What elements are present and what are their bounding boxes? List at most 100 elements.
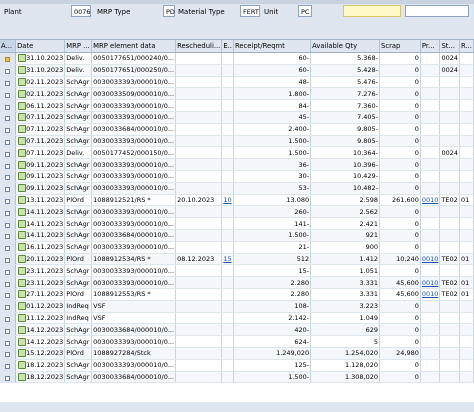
- row-selector[interactable]: [0, 135, 17, 148]
- table-row[interactable]: 23.11.2023 SchAgr 0030033393/000010/0... 15…: [0, 264, 474, 278]
- table-row[interactable]: 13.11.2023 PlOrd 1088912521/RS * 20.10.2023…: [0, 194, 474, 207]
- row-select-box[interactable]: [5, 257, 11, 263]
- table-row[interactable]: 09.11.2023 SchAgr 0030033393/000010/0... 30…: [0, 170, 474, 183]
- row-select-box[interactable]: [5, 104, 11, 110]
- element-icon[interactable]: [18, 325, 27, 334]
- table-row[interactable]: 14.12.2023 SchAgr 0030033684/000010/0... 42…: [0, 323, 474, 337]
- table-row[interactable]: 02.11.2023 SchAgr 0030033509/000010/0... 1.…: [0, 87, 474, 101]
- table-row[interactable]: 07.11.2023 SchAgr 0030033684/000010/0... 2.…: [0, 123, 474, 136]
- element-icon[interactable]: [18, 313, 27, 322]
- element-icon[interactable]: [18, 207, 27, 216]
- table-row[interactable]: 09.11.2023 SchAgr 0030033393/000010/0... 36…: [0, 158, 474, 171]
- row-select-box[interactable]: [5, 80, 11, 86]
- row-selector[interactable]: [0, 359, 17, 372]
- table-row[interactable]: 14.12.2023 SchAgr 0030033393/000010/0... 62…: [0, 335, 474, 348]
- row-selector[interactable]: [0, 194, 17, 207]
- pr-link[interactable]: 0010: [422, 196, 439, 204]
- element-icon[interactable]: [18, 125, 27, 134]
- bottom-scrollbar[interactable]: [0, 402, 474, 412]
- row-select-box[interactable]: [5, 222, 11, 228]
- table-row[interactable]: 18.12.2023 SchAgr 0030033684/000010/0... 1.…: [0, 371, 474, 384]
- row-selector[interactable]: [0, 182, 17, 195]
- table-row[interactable]: 07.11.2023 SchAgr 0030033393/000010/0... 45…: [0, 111, 474, 124]
- row-selector[interactable]: [0, 241, 17, 254]
- element-icon[interactable]: [18, 66, 27, 75]
- row-selector[interactable]: [0, 264, 17, 278]
- mrp-type-field[interactable]: PD: [163, 5, 175, 17]
- pr-link[interactable]: 0010: [422, 255, 439, 263]
- element-icon[interactable]: [18, 290, 27, 299]
- row-selector[interactable]: [0, 111, 17, 124]
- row-selector[interactable]: [0, 76, 17, 89]
- row-select-box[interactable]: [5, 364, 11, 370]
- exception-link[interactable]: 15: [223, 255, 231, 263]
- row-select-box[interactable]: [5, 328, 11, 334]
- col-header-rescheduling[interactable]: Rescheduli...: [175, 40, 223, 53]
- element-icon[interactable]: [18, 160, 27, 169]
- row-selector[interactable]: [0, 229, 17, 242]
- row-selector[interactable]: [0, 312, 17, 325]
- mrp-list-grid[interactable]: A... Date MRP ... MRP element data Resch…: [0, 39, 474, 409]
- element-icon[interactable]: [18, 337, 27, 346]
- row-select-box[interactable]: [5, 375, 11, 381]
- row-selector[interactable]: [0, 205, 17, 219]
- row-select-box[interactable]: [5, 210, 11, 216]
- table-row[interactable]: 06.11.2023 SchAgr 0030033393/000010/0... 84…: [0, 99, 474, 112]
- element-icon[interactable]: [18, 302, 27, 311]
- element-icon[interactable]: [18, 172, 27, 181]
- row-select-box[interactable]: [5, 151, 11, 157]
- element-icon[interactable]: [18, 148, 27, 157]
- col-header-date[interactable]: Date: [15, 40, 66, 53]
- table-row[interactable]: 07.11.2023 Deliv. 0050177452/000150/0... 1.…: [0, 146, 474, 160]
- table-row[interactable]: 23.11.2023 SchAgr 0030033393/000010/0... 2.…: [0, 276, 474, 289]
- table-row[interactable]: 01.12.2023 IndReq VSF 108- 3.223 0: [0, 300, 474, 313]
- row-select-box[interactable]: [5, 175, 11, 181]
- col-header-pr[interactable]: Pr...: [420, 40, 441, 53]
- table-row[interactable]: 16.11.2023 SchAgr 0030033393/000010/0... 21…: [0, 241, 474, 254]
- table-row[interactable]: 31.10.2023 Deliv. 0050177651/000250/0... 60…: [0, 64, 474, 77]
- element-icon[interactable]: [18, 349, 27, 358]
- table-row[interactable]: 02.11.2023 SchAgr 0030033393/000010/0... 48…: [0, 76, 474, 89]
- element-icon[interactable]: [18, 184, 27, 193]
- material-type-field[interactable]: FERT: [240, 5, 260, 17]
- element-icon[interactable]: [18, 243, 27, 252]
- row-selector[interactable]: [0, 146, 17, 160]
- row-select-box[interactable]: [5, 116, 11, 122]
- table-row[interactable]: 14.11.2023 SchAgr 0030033393/000010/0... 14…: [0, 217, 474, 230]
- table-row[interactable]: 07.11.2023 SchAgr 0030033393/000010/0... 1.…: [0, 135, 474, 148]
- plant-field[interactable]: 0076: [71, 5, 91, 17]
- row-selector[interactable]: [0, 99, 17, 112]
- row-selector[interactable]: [0, 371, 17, 384]
- row-select-box[interactable]: [5, 128, 11, 134]
- element-icon[interactable]: [18, 113, 27, 122]
- element-icon[interactable]: [18, 278, 27, 287]
- element-icon[interactable]: [18, 266, 27, 275]
- row-selector[interactable]: [0, 217, 17, 230]
- row-select-box[interactable]: [5, 281, 11, 287]
- col-header-mrp[interactable]: MRP ...: [64, 40, 93, 53]
- table-row[interactable]: 27.11.2023 PlOrd 1088912553/RS * 2.280 3.331…: [0, 288, 474, 301]
- col-header-e[interactable]: E..: [221, 40, 234, 53]
- row-selector[interactable]: [0, 52, 17, 65]
- blank-field[interactable]: [405, 5, 469, 17]
- row-selector[interactable]: [0, 170, 17, 183]
- unit-field[interactable]: PC: [298, 5, 312, 17]
- row-select-box[interactable]: [5, 246, 11, 252]
- row-selector[interactable]: [0, 64, 17, 77]
- row-selector[interactable]: [0, 323, 17, 337]
- table-row[interactable]: 14.11.2023 SchAgr 0030033393/000010/0... 26…: [0, 205, 474, 219]
- element-icon[interactable]: [18, 195, 27, 204]
- table-row[interactable]: 31.10.2023 Deliv. 0050177651/000240/0... 60…: [0, 52, 474, 65]
- row-select-box[interactable]: [5, 163, 11, 169]
- row-select-box[interactable]: [5, 92, 11, 98]
- col-header-receipt[interactable]: Receipt/Reqmt: [233, 40, 312, 53]
- row-select-box[interactable]: [5, 269, 11, 275]
- element-icon[interactable]: [18, 361, 27, 370]
- row-select-box[interactable]: [5, 57, 11, 63]
- element-icon[interactable]: [18, 89, 27, 98]
- row-selector[interactable]: [0, 335, 17, 348]
- row-select-box[interactable]: [5, 234, 11, 240]
- row-selector[interactable]: [0, 158, 17, 171]
- col-header-a[interactable]: A...: [0, 40, 17, 53]
- row-selector[interactable]: [0, 87, 17, 101]
